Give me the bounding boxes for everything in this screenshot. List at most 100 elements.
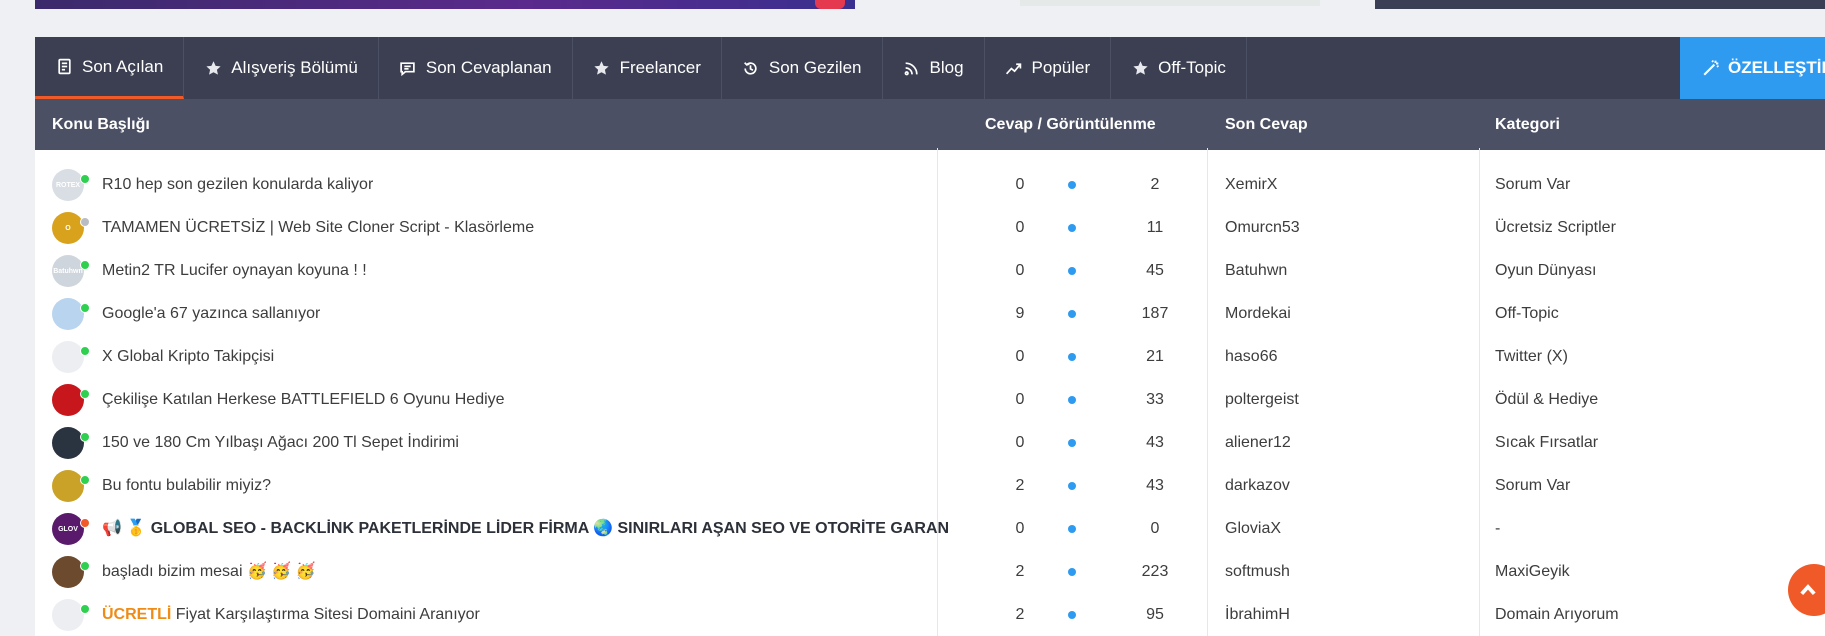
topic-row[interactable]: X Global Kripto Takipçisi 0 21 haso66 Twitte… <box>35 335 1825 378</box>
topic-title-link[interactable]: Çekilişe Katılan Herkese BATTLEFIELD 6 O… <box>102 378 505 421</box>
top-banner-faded <box>1020 0 1320 6</box>
category-link[interactable]: Domain Arıyorum <box>1495 593 1619 636</box>
last-reply-user-link[interactable]: softmush <box>1225 550 1290 593</box>
user-avatar[interactable] <box>52 556 90 588</box>
user-avatar[interactable]: O <box>52 212 90 244</box>
document-icon <box>55 58 73 76</box>
topic-tabs: Son Açılan Alışveriş Bölümü Son Cevaplan… <box>35 37 1825 99</box>
topic-title-link[interactable]: Metin2 TR Lucifer oynayan koyuna ! ! <box>102 249 367 292</box>
topic-title-link[interactable]: başladı bizim mesai 🥳 🥳 🥳 <box>102 550 316 593</box>
topic-prefix-badge: ÜCRETLİ <box>102 606 172 623</box>
table-header: Konu Başlığı Cevap / Görüntülenme Son Ce… <box>35 99 1825 150</box>
tab-blog[interactable]: Blog <box>883 37 985 99</box>
view-count: 43 <box>1146 477 1164 494</box>
topic-row[interactable]: ÜCRETLİ Fiyat Karşılaştırma Sitesi Domai… <box>35 593 1825 636</box>
view-count: 223 <box>1141 563 1169 580</box>
user-avatar[interactable] <box>52 427 90 459</box>
user-avatar[interactable] <box>52 470 90 502</box>
category-link[interactable]: Ödül & Hediye <box>1495 378 1598 421</box>
user-avatar[interactable] <box>52 298 90 330</box>
topic-row[interactable]: Çekilişe Katılan Herkese BATTLEFIELD 6 O… <box>35 378 1825 421</box>
topic-title-text: TAMAMEN ÜCRETSİZ | Web Site Cloner Scrip… <box>102 219 535 236</box>
topic-title-text: 📢 🥇 GLOBAL SEO - BACKLİNK PAKETLERİNDE L… <box>102 520 950 537</box>
category-link[interactable]: Oyun Dünyası <box>1495 249 1596 292</box>
category-link[interactable]: Sorum Var <box>1495 163 1570 206</box>
last-reply-user-link[interactable]: aliener12 <box>1225 421 1291 464</box>
topic-title-link[interactable]: 150 ve 180 Cm Yılbaşı Ağacı 200 Tl Sepet… <box>102 421 459 464</box>
tab-son-gezilen[interactable]: Son Gezilen <box>722 37 883 99</box>
tab-label: Son Cevaplanan <box>425 58 552 77</box>
category-link[interactable]: Ücretsiz Scriptler <box>1495 206 1616 249</box>
tab-off-topic[interactable]: Off-Topic <box>1111 37 1247 99</box>
category-link[interactable]: Sıcak Fırsatlar <box>1495 421 1598 464</box>
topic-title-link[interactable]: R10 hep son gezilen konularda kaliyor <box>102 163 373 206</box>
user-avatar[interactable]: ROTEX <box>52 169 90 201</box>
reply-count: 0 <box>1015 520 1025 537</box>
column-replies-views[interactable]: Cevap / Görüntülenme <box>985 99 1156 150</box>
last-reply-user-link[interactable]: darkazov <box>1225 464 1290 507</box>
tab-alisveris[interactable]: Alışveriş Bölümü <box>184 37 379 99</box>
topic-title-link[interactable]: Google'a 67 yazınca sallanıyor <box>102 292 320 335</box>
tab-populer[interactable]: Popüler <box>985 37 1112 99</box>
separator-dot <box>1068 396 1076 404</box>
topic-title-text: başladı bizim mesai 🥳 🥳 🥳 <box>102 563 316 580</box>
topic-row[interactable]: GLOV 📢 🥇 GLOBAL SEO - BACKLİNK PAKETLERİN… <box>35 507 1825 550</box>
top-banner-ad[interactable] <box>35 0 855 9</box>
separator-dot <box>1068 611 1076 619</box>
view-count: 45 <box>1146 262 1164 279</box>
last-reply-user-link[interactable]: haso66 <box>1225 335 1278 378</box>
online-status-indicator <box>80 260 90 270</box>
topic-row[interactable]: Batuhwn Metin2 TR Lucifer oynayan koyuna … <box>35 249 1825 292</box>
topic-row[interactable]: O TAMAMEN ÜCRETSİZ | Web Site Cloner Scri… <box>35 206 1825 249</box>
user-avatar[interactable] <box>52 599 90 631</box>
last-reply-user-link[interactable]: Batuhwn <box>1225 249 1287 292</box>
tab-label: Off-Topic <box>1158 58 1226 77</box>
tab-label: Son Gezilen <box>768 58 862 77</box>
topic-title-link[interactable]: ÜCRETLİ Fiyat Karşılaştırma Sitesi Domai… <box>102 593 480 636</box>
online-status-indicator <box>80 303 90 313</box>
history-icon <box>742 59 760 77</box>
topic-title-text: Bu fontu bulabilir miyiz? <box>102 477 271 494</box>
user-avatar[interactable]: GLOV <box>52 513 90 545</box>
reply-count: 0 <box>1015 219 1025 236</box>
column-category[interactable]: Kategori <box>1495 99 1560 150</box>
column-topic[interactable]: Konu Başlığı <box>52 99 150 150</box>
separator-dot <box>1068 310 1076 318</box>
user-avatar[interactable]: Batuhwn <box>52 255 90 287</box>
last-reply-user-link[interactable]: poltergeist <box>1225 378 1299 421</box>
topic-title-link[interactable]: Bu fontu bulabilir miyiz? <box>102 464 271 507</box>
category-link[interactable]: MaxiGeyik <box>1495 550 1570 593</box>
topic-row[interactable]: ROTEX R10 hep son gezilen konularda kaliy… <box>35 163 1825 206</box>
online-status-indicator <box>80 389 90 399</box>
tab-son-acilan[interactable]: Son Açılan <box>35 37 185 99</box>
top-banner-right[interactable] <box>1375 0 1825 9</box>
online-status-indicator <box>80 346 90 356</box>
category-link[interactable]: - <box>1495 507 1500 550</box>
category-link[interactable]: Off-Topic <box>1495 292 1559 335</box>
topic-title-link[interactable]: X Global Kripto Takipçisi <box>102 335 274 378</box>
tab-label: Popüler <box>1031 58 1091 77</box>
topic-title-link[interactable]: TAMAMEN ÜCRETSİZ | Web Site Cloner Scrip… <box>102 206 534 249</box>
customize-button[interactable]: ÖZELLEŞTİR <box>1680 37 1825 99</box>
category-link[interactable]: Sorum Var <box>1495 464 1570 507</box>
last-reply-user-link[interactable]: XemirX <box>1225 163 1277 206</box>
banner-accent <box>815 0 845 9</box>
reply-count: 0 <box>1015 434 1025 451</box>
topic-row[interactable]: Bu fontu bulabilir miyiz? 2 43 darkazov Soru… <box>35 464 1825 507</box>
last-reply-user-link[interactable]: Mordekai <box>1225 292 1291 335</box>
topic-title-text: 150 ve 180 Cm Yılbaşı Ağacı 200 Tl Sepet… <box>102 434 459 451</box>
magic-wand-icon <box>1703 59 1720 76</box>
topic-row[interactable]: 150 ve 180 Cm Yılbaşı Ağacı 200 Tl Sepet… <box>35 421 1825 464</box>
user-avatar[interactable] <box>52 341 90 373</box>
category-link[interactable]: Twitter (X) <box>1495 335 1568 378</box>
tab-son-cevaplanan[interactable]: Son Cevaplanan <box>379 37 573 99</box>
topic-title-link[interactable]: 📢 🥇 GLOBAL SEO - BACKLİNK PAKETLERİNDE L… <box>102 507 949 550</box>
last-reply-user-link[interactable]: GloviaX <box>1225 507 1281 550</box>
topic-row[interactable]: başladı bizim mesai 🥳 🥳 🥳 2 223 softmush Max… <box>35 550 1825 593</box>
topic-row[interactable]: Google'a 67 yazınca sallanıyor 9 187 Mordek… <box>35 292 1825 335</box>
last-reply-user-link[interactable]: İbrahimH <box>1225 593 1290 636</box>
user-avatar[interactable] <box>52 384 90 416</box>
tab-freelancer[interactable]: Freelancer <box>573 37 722 99</box>
column-last-reply[interactable]: Son Cevap <box>1225 99 1308 150</box>
last-reply-user-link[interactable]: Omurcn53 <box>1225 206 1300 249</box>
